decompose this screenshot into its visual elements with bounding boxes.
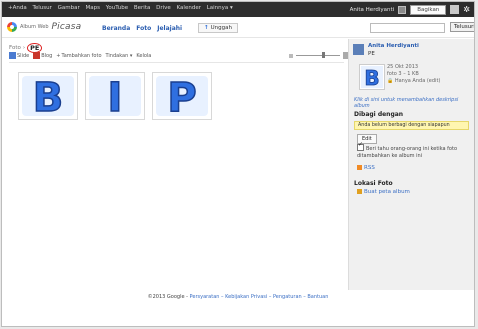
upload-arrow-icon: ↑: [204, 25, 209, 31]
blog-label: Blog: [41, 52, 53, 59]
slideshow-icon: [9, 52, 16, 59]
album-visibility[interactable]: Hanya Anda (edit): [395, 78, 441, 84]
photo-thumb[interactable]: I: [85, 72, 145, 120]
tab-photos[interactable]: Foto: [136, 25, 151, 32]
organize-button[interactable]: Kelola: [136, 53, 151, 59]
shared-status: Anda belum berbagi dengan siapapun: [354, 121, 469, 130]
add-description-link[interactable]: Klik di sini untuk menambahkan deskripsi…: [354, 97, 472, 109]
photo-grid: B I P: [18, 72, 212, 120]
slider-knob[interactable]: [322, 52, 325, 58]
album-count: foto 3 – 1 KB: [387, 71, 419, 77]
actions-menu[interactable]: Tindakan ▾: [106, 53, 133, 59]
tab-explore[interactable]: Jelajahi: [157, 25, 182, 32]
letter-p-image: P: [156, 75, 208, 117]
create-map-link[interactable]: Buat peta album: [357, 189, 410, 195]
toolbar-divider: [9, 62, 344, 63]
rss-link[interactable]: RSS: [357, 165, 375, 171]
owner-avatar[interactable]: [353, 44, 364, 55]
slideshow-label: Slide: [17, 52, 30, 59]
checkbox-icon[interactable]: [357, 142, 364, 151]
app-header: Album Web Picasa Beranda Foto Jelajahi ↑…: [2, 19, 474, 38]
album-cover: B: [359, 64, 385, 90]
share-button[interactable]: Bagikan: [410, 4, 447, 15]
create-map-label: Buat peta album: [364, 189, 410, 195]
shared-heading: Dibagi dengan: [354, 111, 404, 118]
user-name[interactable]: Anita Herdiyanti: [350, 7, 395, 13]
add-photos-button[interactable]: + Tambahkan foto: [56, 53, 101, 59]
thumbnail-size-slider[interactable]: [289, 52, 350, 59]
map-pin-icon: [357, 189, 362, 194]
svg-text:I: I: [108, 75, 123, 117]
svg-text:B: B: [33, 75, 64, 117]
photo-thumb[interactable]: B: [18, 72, 78, 120]
top-link-youtube[interactable]: YouTube: [106, 5, 128, 11]
album-cover-image: B: [361, 66, 383, 88]
breadcrumb-root[interactable]: Foto: [9, 45, 21, 51]
slideshow-button[interactable]: Slide: [9, 52, 29, 59]
page-footer: ©2013 Google - Persyaratan – Kebijakan P…: [147, 294, 329, 300]
rss-label: RSS: [364, 165, 375, 171]
blog-button[interactable]: Blog: [33, 52, 52, 59]
top-link-calendar[interactable]: Kalender: [177, 5, 201, 11]
location-heading: Lokasi Foto: [354, 180, 393, 187]
letter-b-image: B: [22, 75, 74, 117]
album-meta: 25 Okt 2013 foto 3 – 1 KB 🔒 Hanya Anda (…: [387, 64, 440, 85]
tab-home[interactable]: Beranda: [102, 25, 130, 32]
main-nav: Beranda Foto Jelajahi: [102, 25, 182, 32]
letter-i-image: I: [89, 75, 141, 117]
slider-track[interactable]: [296, 52, 340, 58]
gear-icon[interactable]: ✲: [463, 5, 470, 14]
breadcrumb-separator: ›: [22, 45, 26, 51]
small-thumb-icon: [289, 53, 293, 58]
google-top-bar: +Anda Telusur Gambar Maps YouTube Berita…: [2, 2, 474, 17]
svg-text:B: B: [364, 66, 379, 88]
add-photos-label: Tambahkan foto: [61, 52, 102, 59]
blog-icon: [33, 52, 41, 59]
upload-label: Unggah: [210, 25, 232, 31]
upload-button[interactable]: ↑ Unggah: [198, 23, 238, 33]
search-input[interactable]: [370, 23, 445, 33]
top-link-more[interactable]: Lainnya ▾: [207, 5, 233, 11]
panel-album-title: PE: [368, 51, 375, 57]
top-right-controls: Anita Herdiyanti Bagikan ✲: [350, 4, 470, 15]
picasa-window: +Anda Telusur Gambar Maps YouTube Berita…: [1, 1, 475, 327]
top-link-drive[interactable]: Drive: [156, 5, 171, 11]
logo-albums-text: Album Web: [20, 24, 49, 30]
album-info-panel: Anita Herdiyanti PE B 25 Okt 2013 foto 3…: [348, 39, 474, 290]
add-photos-icon: +: [56, 52, 61, 59]
picasa-logo[interactable]: Album Web Picasa: [7, 22, 81, 32]
top-link-search[interactable]: Telusur: [32, 5, 51, 11]
top-link-maps[interactable]: Maps: [86, 5, 100, 11]
album-toolbar: Slide Blog + Tambahkan foto Tindakan ▾ K…: [9, 52, 151, 59]
top-link-plus[interactable]: +Anda: [8, 5, 27, 11]
footer-links[interactable]: Persyaratan – Kebijakan Privasi – Pengat…: [190, 294, 329, 300]
top-nav-links: +Anda Telusur Gambar Maps YouTube Berita…: [8, 5, 237, 11]
photo-thumb[interactable]: P: [152, 72, 212, 120]
svg-text:P: P: [167, 75, 196, 117]
notify-checkbox-label: Beri tahu orang-orang ini ketika foto di…: [357, 146, 458, 159]
footer-copyright: ©2013 Google: [147, 294, 185, 300]
rss-icon: [357, 165, 362, 170]
lock-icon: 🔒: [387, 78, 394, 84]
top-link-images[interactable]: Gambar: [58, 5, 80, 11]
search-button[interactable]: Telusuri: [450, 22, 474, 32]
logo-picasa-text: Picasa: [51, 22, 82, 32]
notify-checkbox[interactable]: Beri tahu orang-orang ini ketika foto di…: [357, 142, 467, 159]
notification-icon[interactable]: [398, 5, 407, 14]
top-link-news[interactable]: Berita: [134, 5, 150, 11]
picasa-pinwheel-icon: [7, 22, 17, 32]
owner-name[interactable]: Anita Herdiyanti: [368, 43, 419, 49]
album-date: 25 Okt 2013: [387, 64, 419, 70]
account-avatar[interactable]: [450, 5, 460, 14]
